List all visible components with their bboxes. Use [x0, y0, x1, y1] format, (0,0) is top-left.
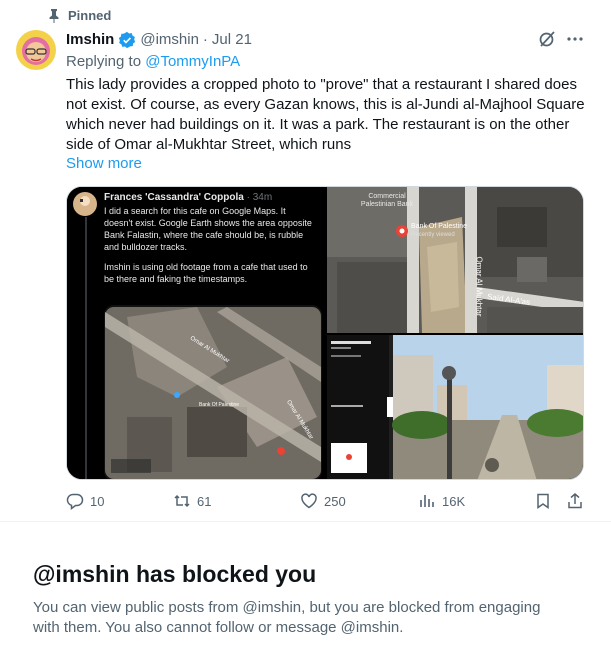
blocked-title: @imshin has blocked you	[33, 561, 317, 587]
repost-icon	[173, 492, 191, 510]
inner-post-text: I did a search for this cafe on Google M…	[104, 205, 314, 285]
map-label-bank-of-palestine: Bank Of Palestine	[411, 223, 468, 230]
pinned-label: Pinned	[68, 8, 112, 23]
share-icon	[566, 492, 584, 510]
pinned-indicator: Pinned	[48, 8, 111, 23]
bookmark-button[interactable]	[534, 492, 552, 510]
media-image-screenshot[interactable]: Frances 'Cassandra' Coppola · 34m I did …	[67, 187, 325, 479]
bookmark-icon	[534, 492, 552, 510]
more-options-icon[interactable]	[566, 30, 584, 48]
map-label-street: Omar Al Mukhtar	[474, 256, 484, 317]
share-button[interactable]	[566, 492, 584, 510]
like-button[interactable]: 250	[300, 492, 346, 510]
media-image-streetview[interactable]	[327, 335, 583, 479]
inner-post-paragraph-2: Imshin is using old footage from a cafe …	[104, 262, 308, 284]
action-bar: 10 61 250 16K	[66, 492, 584, 512]
inner-map-label-2: Bank Of Palestine	[199, 402, 240, 408]
blocked-notice: @imshin has blocked you You can view pub…	[33, 560, 593, 638]
views-icon	[418, 492, 436, 510]
media-grid[interactable]: Frances 'Cassandra' Coppola · 34m I did …	[66, 186, 584, 480]
tweet-text: This lady provides a cropped photo to "p…	[66, 76, 585, 153]
media-image-map[interactable]: Commercial Palestinian Bank Bank Of Pale…	[327, 187, 583, 333]
tweet-header: Imshin @imshin · Jul 21	[66, 30, 252, 50]
inner-post-time: · 34m	[246, 192, 273, 203]
repost-button[interactable]: 61	[173, 492, 211, 510]
post-date[interactable]: Jul 21	[212, 30, 252, 50]
reply-button[interactable]: 10	[66, 492, 104, 510]
avatar[interactable]	[16, 30, 56, 70]
author-handle[interactable]: @imshin	[140, 30, 199, 50]
pinned-tweet[interactable]: Pinned Imshin @imshin · Jul 21 Replying …	[0, 0, 611, 522]
show-more-link[interactable]: Show more	[66, 155, 142, 172]
reply-count: 10	[90, 493, 105, 509]
repost-count: 61	[197, 493, 212, 509]
streetview-graphic	[327, 335, 583, 479]
views-button[interactable]: 16K	[418, 492, 465, 510]
replying-to: Replying to @TommyInPA	[66, 53, 240, 70]
inner-author-name: Frances 'Cassandra' Coppola	[104, 192, 244, 203]
heart-icon	[300, 492, 318, 510]
inner-post-author: Frances 'Cassandra' Coppola · 34m	[104, 192, 272, 203]
reply-icon	[66, 492, 84, 510]
grok-icon[interactable]	[538, 30, 556, 48]
inner-post-paragraph-1: I did a search for this cafe on Google M…	[104, 206, 312, 252]
map-label-commercial-bank: Commercial Palestinian Bank	[360, 193, 414, 208]
blocked-description: You can view public posts from @imshin, …	[33, 599, 541, 636]
views-count: 16K	[442, 493, 466, 509]
replying-to-link[interactable]: @TommyInPA	[145, 53, 240, 70]
author-name[interactable]: Imshin	[66, 30, 114, 50]
replying-to-label: Replying to	[66, 53, 142, 70]
map-label-recently-viewed: Recently viewed	[411, 232, 455, 238]
verified-badge-icon[interactable]	[118, 31, 136, 49]
pin-icon	[48, 8, 60, 23]
like-count: 250	[324, 493, 346, 509]
separator-dot: ·	[202, 31, 208, 48]
